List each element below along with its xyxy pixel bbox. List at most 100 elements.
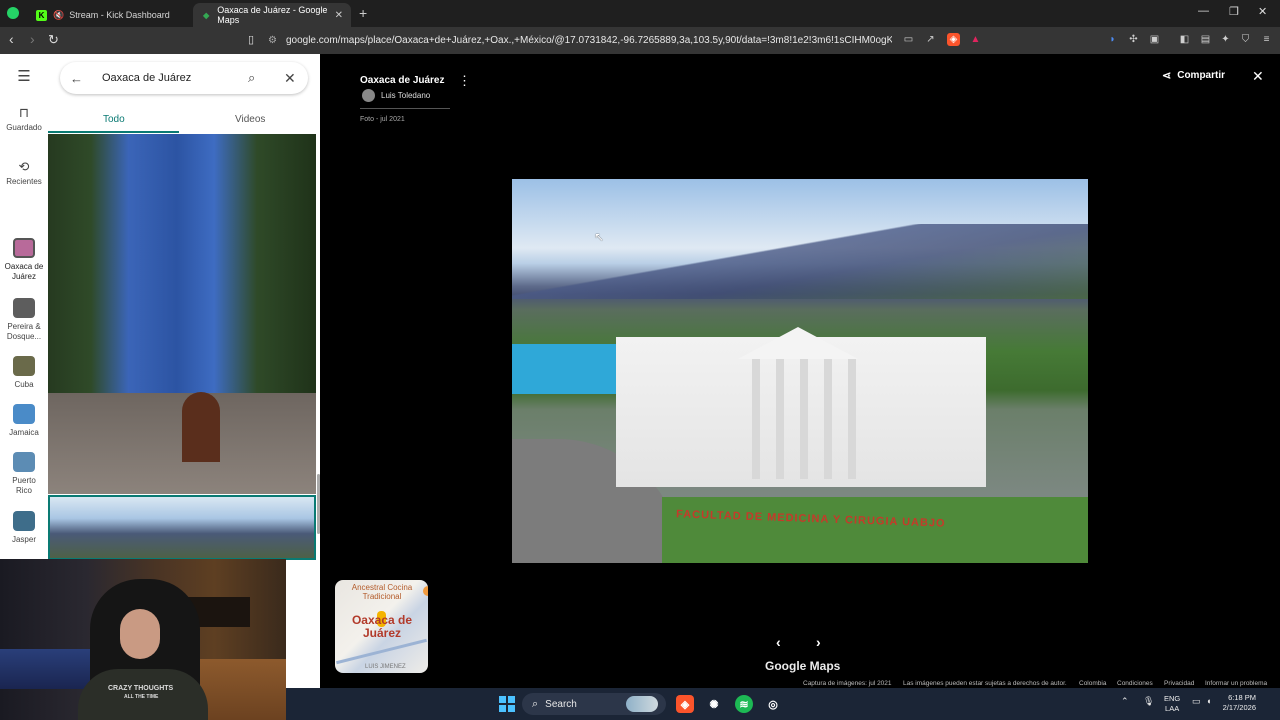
rail-label: Jasper xyxy=(11,535,36,544)
rail-label: Recientes xyxy=(6,177,42,186)
more-options-icon[interactable]: ⋮ xyxy=(458,73,471,89)
close-viewer-icon[interactable]: ✕ xyxy=(1252,68,1264,85)
cast-icon[interactable]: ▭ xyxy=(902,33,915,46)
tray-overflow-icon[interactable]: ⌃ xyxy=(1121,696,1129,707)
search-icon[interactable]: ⌕ xyxy=(248,70,255,86)
church-door xyxy=(182,392,220,462)
obs-icon[interactable]: ◎ xyxy=(764,695,782,713)
close-window-button[interactable]: ✕ xyxy=(1258,5,1267,18)
close-tab-icon[interactable]: ✕ xyxy=(335,10,343,21)
share-icon: ⋖ xyxy=(1162,70,1172,82)
address-bar[interactable]: ⚙ google.com/maps/place/Oaxaca+de+Juárez… xyxy=(268,30,892,51)
photo-author[interactable]: Luis Toledano xyxy=(381,91,430,100)
rail-item-puerto-rico[interactable]: Puerto Rico xyxy=(0,452,48,496)
brave-shields-icon[interactable]: ◈ xyxy=(947,33,960,46)
chatgpt-icon[interactable]: ✺ xyxy=(705,695,723,713)
place-thumbnail xyxy=(13,298,35,318)
taskbar-clock[interactable]: 6:18 PM 2/17/2026 xyxy=(1216,693,1256,713)
place-thumbnail xyxy=(13,511,35,531)
mini-map[interactable]: Ancestral Cocina Tradicional Oaxaca de J… xyxy=(335,580,428,673)
rail-label: Puerto Rico xyxy=(12,476,36,495)
back-arrow-icon[interactable]: ← xyxy=(70,71,83,86)
country-link[interactable]: Colombia xyxy=(1079,680,1106,687)
minimap-poi-label: Ancestral Cocina Tradicional xyxy=(351,583,413,601)
report-problem-link[interactable]: Informar un problema xyxy=(1205,680,1267,687)
browser-toolbar: ‹ › ↻ ▯ ⚙ google.com/maps/place/Oaxaca+d… xyxy=(0,27,1280,54)
rail-item-oaxaca[interactable]: Oaxaca de Juárez xyxy=(0,238,48,282)
webcam-keyboard xyxy=(0,649,90,689)
rail-item-saved[interactable]: ⊓ Guardado xyxy=(0,105,48,133)
place-thumbnail xyxy=(13,238,35,258)
rail-label: Cuba xyxy=(14,380,34,389)
divider xyxy=(360,108,450,109)
minimap-place-label: Oaxaca de Juárez xyxy=(351,613,413,640)
tab-title: Oaxaca de Juárez - Google Maps xyxy=(217,5,328,25)
rail-item-cuba[interactable]: Cuba xyxy=(0,356,48,390)
author-avatar[interactable] xyxy=(362,89,375,102)
share-button[interactable]: ⋖ Compartir xyxy=(1162,69,1225,82)
rail-label: Jamaica xyxy=(9,428,39,437)
maps-left-rail: ☰ ⊓ Guardado ⟲ Recientes Oaxaca de Juáre… xyxy=(0,54,48,564)
google-maps-logo: Google Maps xyxy=(765,659,841,673)
volume-icon[interactable]: ◖ xyxy=(1206,696,1211,706)
rail-item-jasper[interactable]: Jasper xyxy=(0,511,48,545)
privacy-link[interactable]: Privacidad xyxy=(1164,680,1194,687)
next-photo-button[interactable]: › xyxy=(816,634,821,650)
rail-item-pereira[interactable]: Pereira & Dosque... xyxy=(0,298,48,342)
vpn-icon[interactable]: ⛉ xyxy=(1239,33,1252,46)
history-icon: ⟲ xyxy=(18,159,30,174)
ai-icon[interactable]: ✦ xyxy=(1219,33,1232,46)
terms-link[interactable]: Condiciones xyxy=(1117,680,1153,687)
microphone-icon[interactable]: 🎙 xyxy=(1143,696,1154,707)
photo-thumbnail-selected[interactable] xyxy=(48,495,316,560)
language-indicator[interactable]: ENG LAA xyxy=(1164,694,1180,714)
hamburger-icon: ☰ xyxy=(17,68,31,85)
clear-search-icon[interactable]: ✕ xyxy=(284,70,296,87)
minimap-street-label: LUIS JIMENEZ xyxy=(365,664,406,670)
spotify-icon[interactable]: ≋ xyxy=(735,695,753,713)
place-thumbnail xyxy=(13,356,35,376)
extensions-icon[interactable]: ✣ xyxy=(1127,33,1140,46)
new-tab-button[interactable]: + xyxy=(359,5,367,21)
copyright-notice: Las imágenes pueden estar sujetas a dere… xyxy=(903,680,1067,687)
back-icon[interactable]: ‹ xyxy=(9,31,14,47)
tab-kick-dashboard[interactable]: K 🔇 Stream - Kick Dashboard xyxy=(28,3,192,27)
keyboard-layout: LAA xyxy=(1165,704,1180,713)
rail-item-jamaica[interactable]: Jamaica xyxy=(0,404,48,438)
bookmark-icon: ⊓ xyxy=(18,105,30,120)
photo-place-title[interactable]: Oaxaca de Juárez xyxy=(360,75,445,86)
leo-icon[interactable]: ▤ xyxy=(1199,33,1212,46)
windows-start-icon[interactable] xyxy=(499,696,515,712)
webcam-shirt-text: CRAZY THOUGHTS ALL THE TIME xyxy=(108,684,173,702)
rail-label: Pereira & Dosque... xyxy=(6,322,42,341)
maps-menu-button[interactable]: ☰ xyxy=(0,68,48,87)
taskbar-search[interactable]: ⌕ Search xyxy=(522,693,666,715)
photo-thumbnail-church[interactable] xyxy=(48,134,316,494)
previous-photo-button[interactable]: ‹ xyxy=(776,634,781,650)
url-text: google.com/maps/place/Oaxaca+de+Juárez,+… xyxy=(285,35,892,46)
menu-icon[interactable]: ≡ xyxy=(1260,33,1273,46)
brave-rewards-icon[interactable]: ▲ xyxy=(969,33,982,46)
tab-todo[interactable]: Todo xyxy=(103,114,125,125)
network-icon[interactable]: ▭ xyxy=(1192,696,1201,707)
active-tab-indicator xyxy=(48,131,179,133)
rail-item-recents[interactable]: ⟲ Recientes xyxy=(0,159,48,187)
minimize-window-button[interactable]: — xyxy=(1198,5,1209,17)
site-settings-icon[interactable]: ⚙ xyxy=(268,35,277,46)
poi-marker-icon xyxy=(423,586,428,596)
whatsapp-icon[interactable] xyxy=(7,7,19,19)
bookmark-page-icon[interactable]: ▯ xyxy=(248,33,254,46)
sidebar-toggle-icon[interactable]: ◧ xyxy=(1178,33,1191,46)
reload-icon[interactable]: ↻ xyxy=(48,32,59,48)
tab-videos[interactable]: Videos xyxy=(235,114,265,125)
tab-google-maps[interactable]: ◆ Oaxaca de Juárez - Google Maps ✕ xyxy=(193,3,351,27)
restore-window-button[interactable]: ❐ xyxy=(1229,5,1239,18)
share-page-icon[interactable]: ↗ xyxy=(924,33,937,46)
brave-browser-icon[interactable]: ◈ xyxy=(676,695,694,713)
wallet-icon[interactable]: ▣ xyxy=(1148,33,1161,46)
audio-icon[interactable]: ◗ xyxy=(1106,33,1119,46)
forward-icon[interactable]: › xyxy=(30,31,35,47)
maps-search-box: ← Oaxaca de Juárez ⌕ ✕ xyxy=(60,62,308,94)
mute-icon[interactable]: 🔇 xyxy=(53,10,64,21)
search-input[interactable]: Oaxaca de Juárez xyxy=(102,72,191,84)
